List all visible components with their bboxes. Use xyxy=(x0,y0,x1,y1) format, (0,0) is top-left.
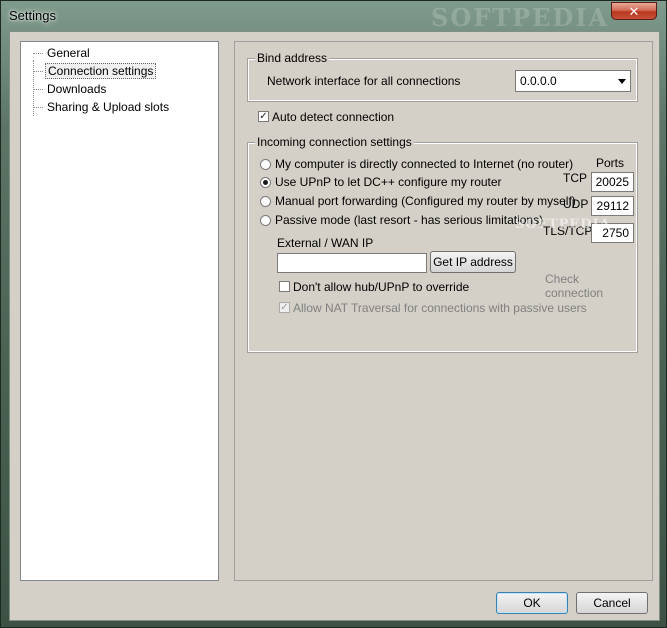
title-bar[interactable]: Settings SOFTPEDIA ✕ xyxy=(1,1,667,32)
watermark-overlay: SOFTPEDIA xyxy=(515,217,611,232)
tree-item-label: Sharing & Upload slots xyxy=(47,100,170,114)
get-ip-address-button[interactable]: Get IP address xyxy=(430,251,516,273)
tree-item-label: Connection settings xyxy=(45,63,157,79)
window-title: Settings xyxy=(9,8,56,23)
chevron-down-icon xyxy=(618,79,626,84)
tree-dots xyxy=(33,52,43,55)
tree-dots xyxy=(33,70,43,73)
network-interface-label: Network interface for all connections xyxy=(267,74,461,88)
direct-connection-label[interactable]: My computer is directly connected to Int… xyxy=(275,157,573,171)
tree-dots xyxy=(33,88,43,91)
radio-manual-port-forwarding[interactable] xyxy=(260,196,271,207)
tree-item-sharing-upload-slots[interactable]: Sharing & Upload slots xyxy=(33,98,171,116)
tree-item-label: General xyxy=(47,46,90,60)
ports-header: Ports xyxy=(596,156,625,170)
settings-client-area: General Connection settings Downloads Sh… xyxy=(9,31,660,621)
ok-button[interactable]: OK xyxy=(496,592,568,614)
incoming-connection-group-label: Incoming connection settings xyxy=(255,135,414,149)
close-button[interactable]: ✕ xyxy=(611,2,657,20)
manual-port-forwarding-label[interactable]: Manual port forwarding (Configured my ro… xyxy=(275,194,576,208)
cancel-button[interactable]: Cancel xyxy=(576,592,648,614)
dont-allow-override-label[interactable]: Don't allow hub/UPnP to override xyxy=(293,280,469,294)
upnp-label[interactable]: Use UPnP to let DC++ configure my router xyxy=(275,175,502,189)
external-wan-label: External / WAN IP xyxy=(277,236,374,250)
checkmark-icon: ✓ xyxy=(280,302,289,313)
radio-passive-mode[interactable] xyxy=(260,215,271,226)
auto-detect-checkbox[interactable]: ✓ xyxy=(258,111,269,122)
checkmark-icon: ✓ xyxy=(259,111,268,122)
radio-upnp[interactable] xyxy=(260,177,271,188)
tree-item-connection-settings[interactable]: Connection settings xyxy=(33,62,157,80)
window-frame: Settings SOFTPEDIA ✕ General Connection … xyxy=(0,0,667,628)
tcp-port-input[interactable]: 20025 xyxy=(591,172,634,192)
tcp-port-value: 20025 xyxy=(595,175,629,189)
cancel-button-label: Cancel xyxy=(593,596,631,610)
dialog-footer: OK Cancel xyxy=(10,587,659,620)
ok-button-label: OK xyxy=(523,596,541,610)
settings-tree[interactable]: General Connection settings Downloads Sh… xyxy=(20,41,219,581)
connection-settings-page: Bind address Network interface for all c… xyxy=(234,41,653,581)
close-icon: ✕ xyxy=(628,4,640,19)
external-wan-input[interactable] xyxy=(277,253,427,273)
udp-port-value: 29112 xyxy=(596,199,629,213)
bind-address-group: Bind address Network interface for all c… xyxy=(247,51,638,102)
dont-allow-override-checkbox[interactable] xyxy=(279,281,290,292)
network-interface-dropdown[interactable]: 0.0.0.0 xyxy=(515,70,631,92)
get-ip-address-label: Get IP address xyxy=(433,255,513,269)
auto-detect-label[interactable]: Auto detect connection xyxy=(272,110,394,124)
udp-port-input[interactable]: 29112 xyxy=(591,196,634,216)
allow-nat-traversal-checkbox[interactable]: ✓ xyxy=(279,302,290,313)
bind-address-group-label: Bind address xyxy=(255,51,330,65)
tcp-label: TCP xyxy=(563,171,587,185)
allow-nat-traversal-label[interactable]: Allow NAT Traversal for connections with… xyxy=(293,301,587,315)
tree-dots xyxy=(33,106,43,109)
tree-item-downloads[interactable]: Downloads xyxy=(33,80,108,98)
udp-label: UDP xyxy=(563,197,589,211)
incoming-connection-group: Incoming connection settings My computer… xyxy=(247,135,638,353)
passive-mode-label[interactable]: Passive mode (last resort - has serious … xyxy=(275,213,543,227)
tree-item-general[interactable]: General xyxy=(33,44,92,62)
check-connection-link[interactable]: Check connection xyxy=(545,272,636,300)
watermark-logo: SOFTPEDIA xyxy=(431,3,610,32)
network-interface-value: 0.0.0.0 xyxy=(520,74,557,88)
radio-direct-connection[interactable] xyxy=(260,159,271,170)
tree-item-label: Downloads xyxy=(47,82,107,96)
